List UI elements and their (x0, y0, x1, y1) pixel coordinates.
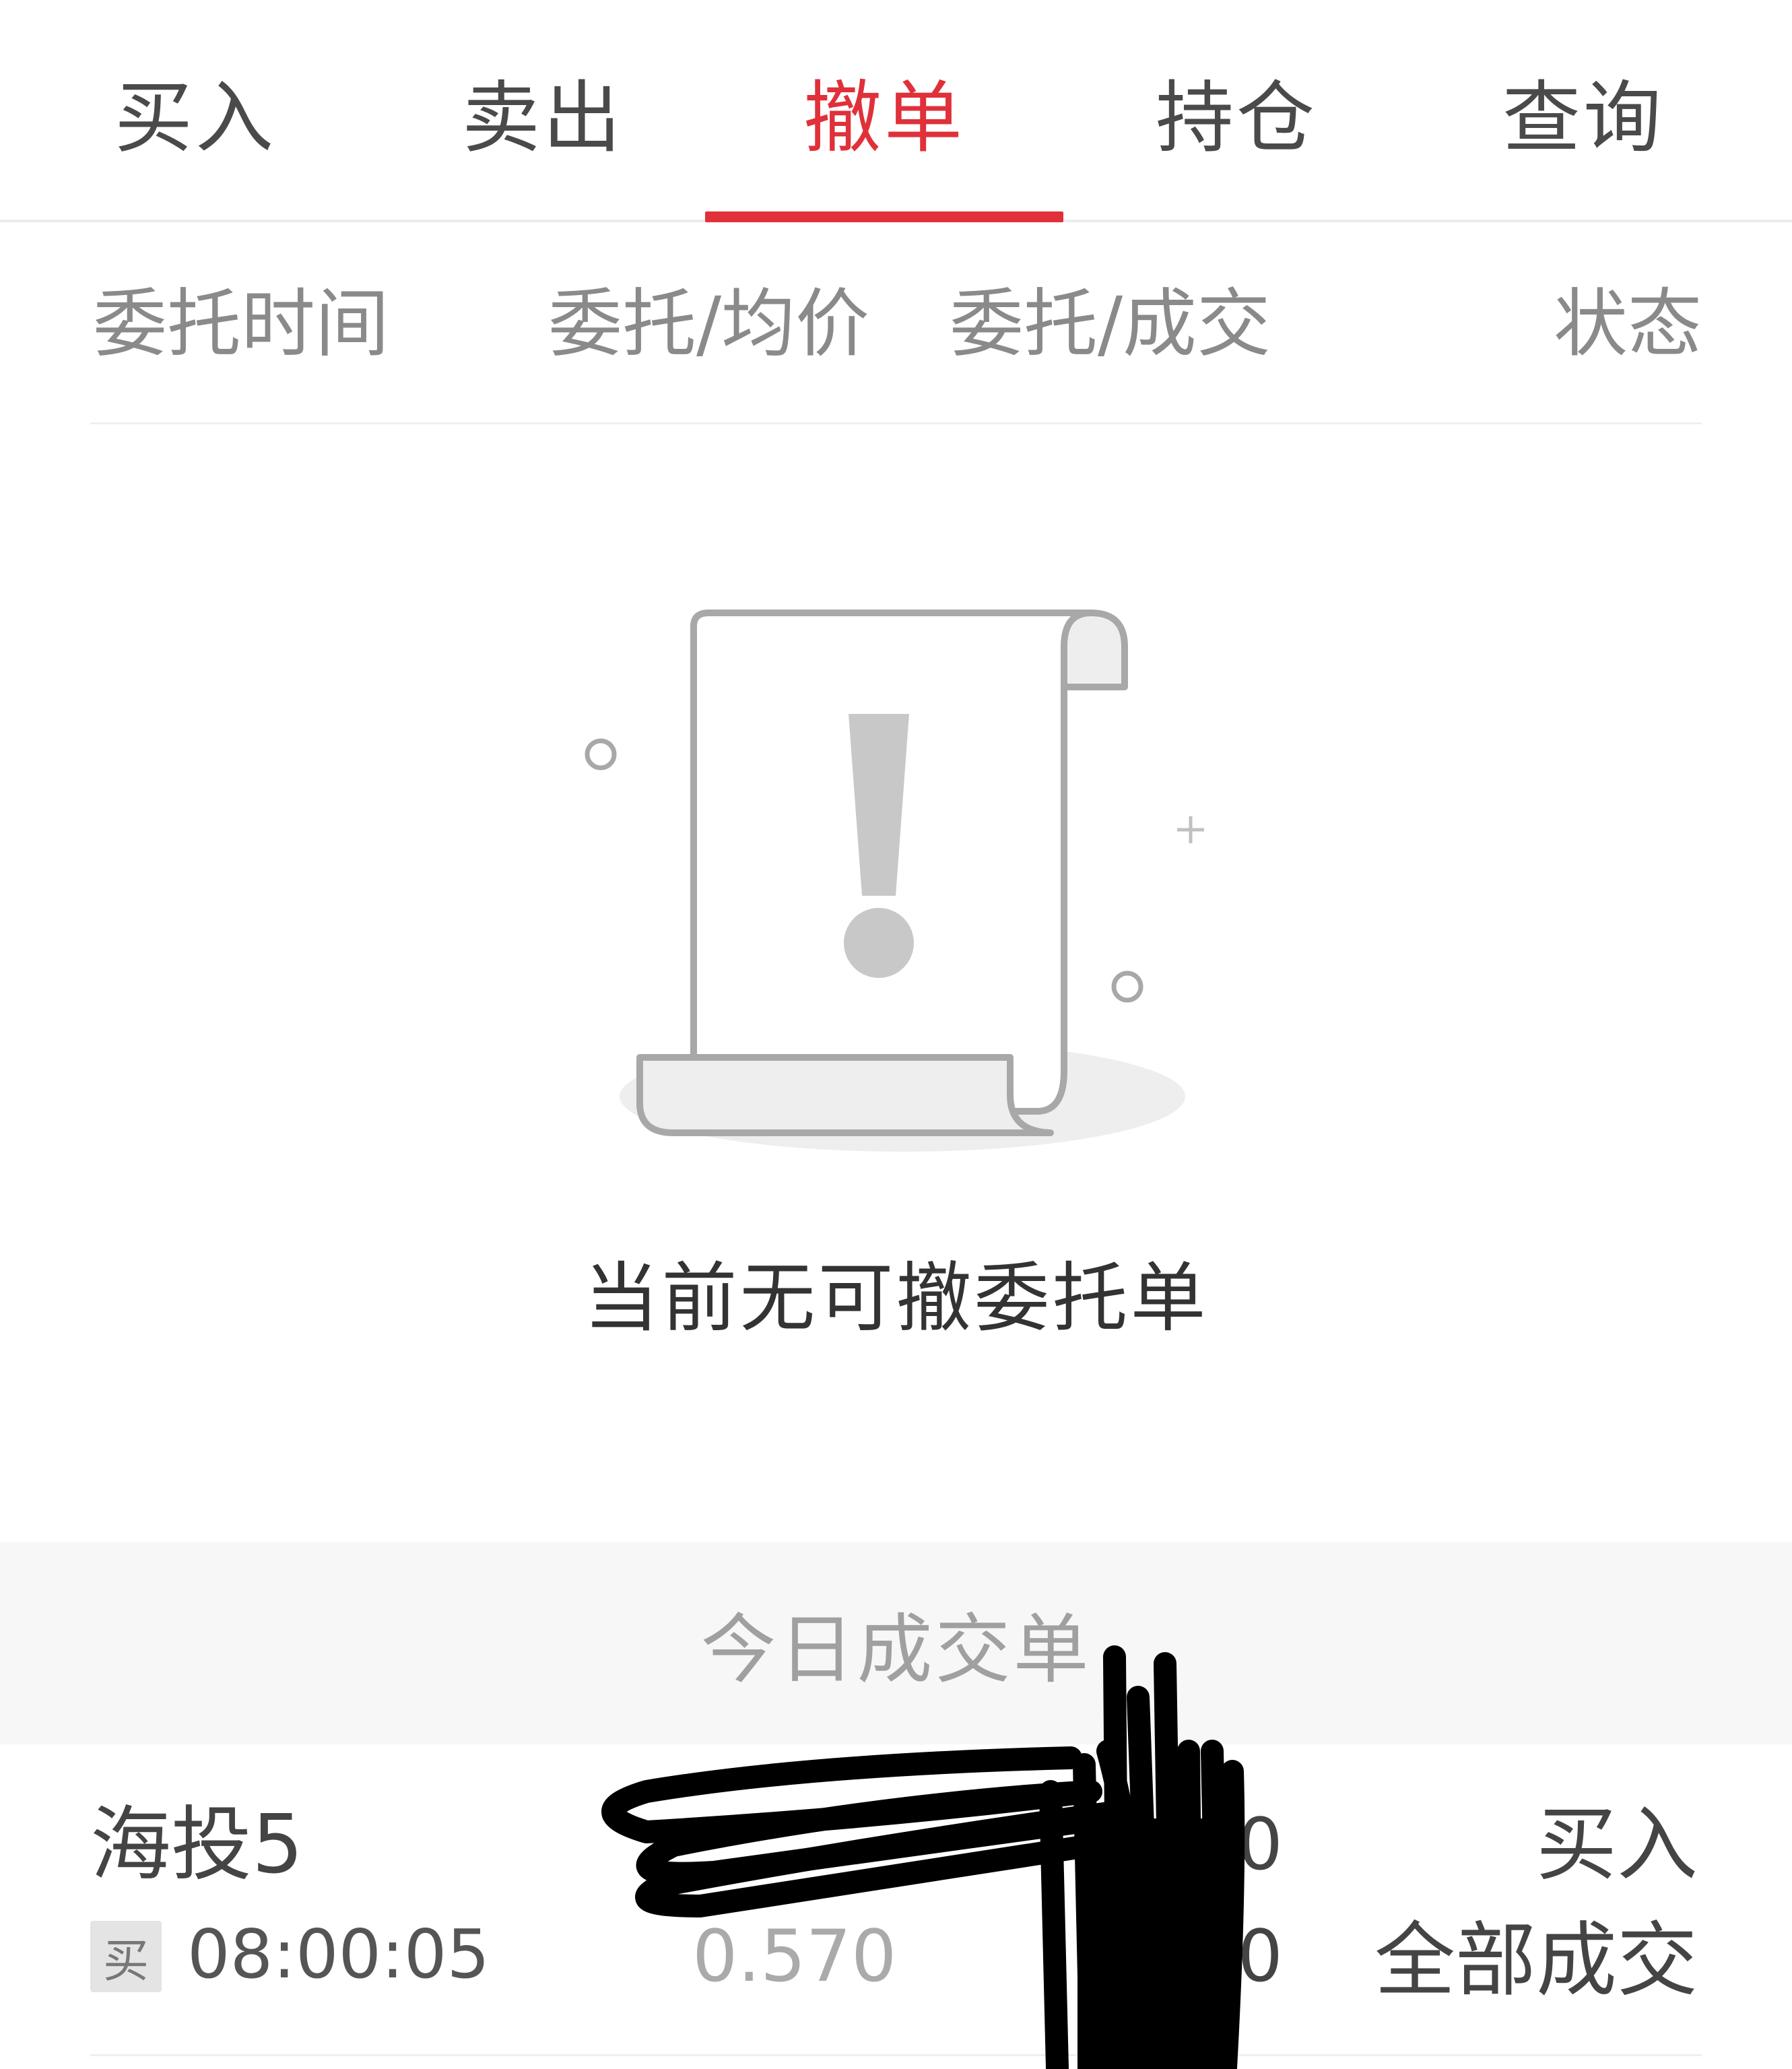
trade-row[interactable]: 海投5 买 08:00:05 0.570 00 00 买入 全部成交 (0, 1744, 1792, 2069)
trade-time: 08:00:05 (187, 1915, 490, 1994)
side-badge: 买 (90, 1921, 162, 1992)
filled-quantity: 00 (1192, 1915, 1283, 1998)
active-tab-indicator (705, 211, 1063, 222)
tab-cancel-order[interactable]: 撤单 (705, 0, 1063, 222)
tab-buy[interactable]: 买入 (16, 0, 374, 222)
trade-direction: 买入 (1536, 1798, 1698, 1892)
stock-name: 海投5 (90, 1798, 304, 1892)
todays-trades-section-title: 今日成交单 (0, 1542, 1792, 1744)
tab-sell[interactable]: 卖出 (364, 0, 722, 222)
tab-query[interactable]: 查询 (1404, 0, 1762, 222)
row-divider (90, 2054, 1702, 2056)
trade-tab-bar: 买入 卖出 撤单 持仓 查询 (0, 0, 1792, 222)
column-header-status: 状态 (1554, 281, 1702, 367)
tab-positions[interactable]: 持仓 (1057, 0, 1416, 222)
column-header-price: 委托/均价 (548, 281, 870, 367)
trade-status: 全部成交 (1374, 1914, 1698, 2008)
column-header-quantity: 委托/成交 (950, 281, 1271, 367)
order-quantity: 00 (1192, 1803, 1283, 1886)
empty-state-message: 当前无可撤委托单 (583, 1255, 1209, 1342)
order-list-header: 委托时间 委托/均价 委托/成交 状态 (90, 222, 1702, 424)
column-header-time: 委托时间 (93, 281, 389, 367)
document-warning-icon (585, 610, 1204, 1152)
avg-price: 0.570 (692, 1915, 897, 1998)
